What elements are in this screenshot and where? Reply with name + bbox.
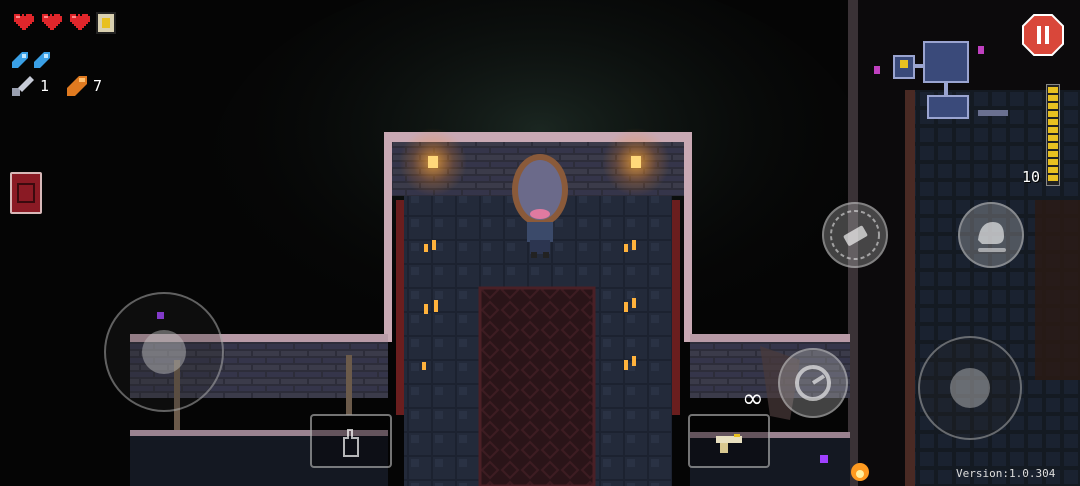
blank-icon <box>34 52 50 68</box>
item-rune-icon <box>17 183 35 203</box>
move-joystick-knob[interactable] <box>142 330 186 374</box>
health-bar <box>12 12 116 34</box>
shell-casing-icon <box>67 76 88 96</box>
interact-hand-icon <box>830 210 880 260</box>
key-count: 1 <box>40 77 50 95</box>
ammo-fill <box>1048 87 1058 183</box>
dodge-roll-icon <box>978 222 1006 252</box>
shell-count: 7 <box>93 77 103 95</box>
active-item-card[interactable] <box>10 172 42 214</box>
use-item-button[interactable] <box>822 202 888 268</box>
pause-icon <box>1022 14 1064 56</box>
magic-mirror <box>512 154 568 226</box>
aim-joystick[interactable] <box>918 336 1022 440</box>
armor-icon <box>96 12 116 34</box>
ammo-clip <box>1046 84 1060 186</box>
blank-icon <box>12 52 28 68</box>
item-glove-icon <box>343 429 359 457</box>
dodge-roll-button[interactable] <box>958 202 1024 268</box>
reload-icon <box>795 365 831 401</box>
player-character <box>527 222 553 258</box>
infinite-ammo-label: ∞ <box>742 384 764 414</box>
pause-button[interactable] <box>1022 14 1064 56</box>
minimap-icon <box>874 41 1008 119</box>
reload-button[interactable] <box>778 348 848 418</box>
heart-icon <box>14 14 34 30</box>
weapon-slot[interactable] <box>688 414 770 468</box>
aim-joystick-knob[interactable] <box>950 368 990 408</box>
minimap[interactable] <box>872 38 1012 120</box>
wall-torch-left <box>399 128 467 196</box>
key-icon <box>12 76 34 96</box>
heart-icon <box>42 14 62 30</box>
ammo-count: 10 <box>1022 168 1041 186</box>
pistol-icon <box>716 434 742 453</box>
item-slot[interactable] <box>310 414 392 468</box>
move-joystick[interactable] <box>104 292 224 412</box>
version-label: Version:1.0.304 <box>956 467 1056 480</box>
currency-row: 1 7 <box>12 76 102 96</box>
wall-torch-right <box>602 128 670 196</box>
blanks <box>12 52 50 68</box>
heart-icon <box>70 14 90 30</box>
